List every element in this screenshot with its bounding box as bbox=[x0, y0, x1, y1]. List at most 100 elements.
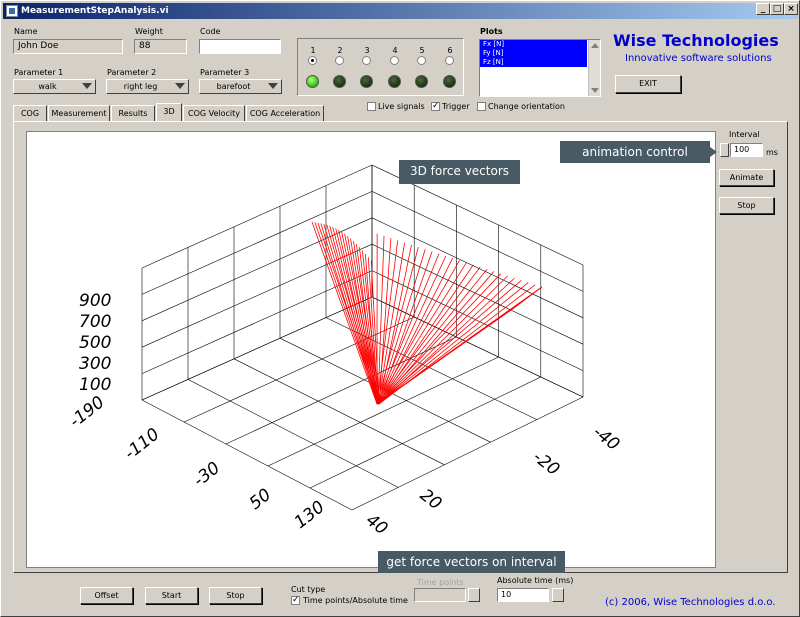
y-tick-label: 20 bbox=[416, 485, 445, 514]
scroll-down-icon[interactable] bbox=[591, 88, 599, 93]
plot-item[interactable]: Fz [N] bbox=[480, 58, 587, 67]
stop-button[interactable]: Stop bbox=[209, 587, 262, 604]
code-label: Code bbox=[200, 27, 221, 36]
force-vector bbox=[376, 273, 502, 405]
channel-radio[interactable] bbox=[390, 56, 399, 65]
channel-radio[interactable] bbox=[445, 56, 454, 65]
weight-field[interactable]: 88 bbox=[134, 39, 187, 54]
parameter-3-select[interactable]: barefoot bbox=[199, 79, 282, 94]
trigger-checkbox[interactable] bbox=[431, 101, 440, 111]
absolute-time-input[interactable]: 10 bbox=[497, 588, 549, 602]
channel-label: 1 bbox=[310, 46, 316, 55]
animation-callout: animation control bbox=[560, 141, 710, 163]
channel-led-indicator bbox=[443, 75, 456, 88]
tab-3d[interactable]: 3D bbox=[156, 103, 182, 121]
3d-vectors-callout: 3D force vectors bbox=[399, 160, 520, 184]
absolute-time-dropdown[interactable] bbox=[552, 588, 564, 602]
time-points-input[interactable] bbox=[414, 588, 466, 602]
absolute-time-label: Absolute time (ms) bbox=[497, 576, 574, 585]
chevron-down-icon bbox=[175, 83, 185, 89]
channel-led-indicator bbox=[306, 75, 319, 88]
parameter-2-select[interactable]: right leg bbox=[106, 79, 189, 94]
plots-scrollbar[interactable] bbox=[588, 40, 600, 96]
interval-input[interactable]: 100 bbox=[730, 143, 763, 157]
brand-tagline: Innovative software solutions bbox=[625, 53, 772, 64]
right-wall-grid-line bbox=[371, 191, 584, 292]
animate-button[interactable]: Animate bbox=[719, 169, 774, 186]
3d-graph[interactable]: 100 300 500 700 900 -190 -110 -30 50 130 40 20 -20 -4… bbox=[26, 131, 716, 568]
brand-name: Wise Technologies bbox=[613, 31, 779, 50]
time-points-label: Time points bbox=[417, 578, 464, 587]
exit-button[interactable]: EXIT bbox=[615, 75, 681, 93]
plot-item[interactable]: Fx [N] bbox=[480, 40, 587, 49]
tab-results[interactable]: Results bbox=[111, 105, 155, 121]
floor-grid-line bbox=[325, 317, 537, 420]
channel-radio[interactable] bbox=[417, 56, 426, 65]
parameter-3-label: Parameter 3 bbox=[200, 68, 250, 77]
channel-label: 3 bbox=[364, 46, 370, 55]
force-vector bbox=[377, 262, 467, 405]
channel-radio[interactable] bbox=[308, 56, 317, 65]
channel-selector: 1 2 3 4 5 6 bbox=[297, 38, 464, 96]
code-field[interactable] bbox=[199, 39, 281, 54]
weight-label: Weight bbox=[135, 27, 163, 36]
x-tick-label: 50 bbox=[246, 485, 275, 514]
cut-mode-label: Time points/Absolute time bbox=[303, 596, 408, 605]
title-bar[interactable]: MeasurementStepAnalysis.vi bbox=[3, 3, 798, 19]
left-wall-grid-line bbox=[141, 164, 373, 269]
y-tick-label: 40 bbox=[362, 510, 391, 539]
z-tick-label: 300 bbox=[79, 354, 111, 374]
minimize-button[interactable]: _ bbox=[756, 3, 770, 15]
tab-measurement[interactable]: Measurement bbox=[48, 105, 110, 121]
3d-force-plot[interactable]: 100300500700900-190-110-3050 130 4020-20-4… bbox=[27, 132, 715, 567]
trigger-label: Trigger bbox=[442, 102, 470, 111]
time-points-dropdown[interactable] bbox=[468, 588, 480, 602]
y-tick-label: -40 bbox=[589, 422, 623, 455]
offset-button[interactable]: Offset bbox=[80, 587, 133, 604]
floor-grid-line bbox=[141, 399, 353, 511]
interval-unit: ms bbox=[766, 148, 778, 157]
chevron-down-icon bbox=[82, 83, 92, 89]
maximize-button[interactable]: □ bbox=[770, 3, 784, 15]
channel-led-indicator bbox=[415, 75, 428, 88]
channel-radio[interactable] bbox=[335, 56, 344, 65]
stop-animation-button[interactable]: Stop bbox=[719, 197, 774, 214]
app-icon bbox=[6, 5, 18, 17]
channel-label: 6 bbox=[447, 46, 453, 55]
close-button[interactable]: × bbox=[784, 3, 798, 15]
interval-spinner[interactable] bbox=[720, 143, 729, 157]
start-button[interactable]: Start bbox=[145, 587, 198, 604]
cut-mode-checkbox[interactable] bbox=[291, 595, 300, 605]
force-vector bbox=[376, 280, 522, 405]
channel-label: 4 bbox=[392, 46, 398, 55]
force-vector bbox=[376, 246, 419, 405]
left-wall-grid-line bbox=[141, 191, 373, 295]
floor-grid-line bbox=[225, 336, 457, 445]
tab-cog-velocity[interactable]: COG Velocity bbox=[183, 105, 245, 121]
tab-cog[interactable]: COG bbox=[13, 105, 47, 121]
live-signals-checkbox[interactable] bbox=[367, 102, 376, 111]
name-field[interactable]: John Doe bbox=[13, 39, 123, 54]
channel-led-indicator bbox=[333, 75, 346, 88]
interval-label: Interval bbox=[729, 130, 760, 139]
tab-cog-acceleration[interactable]: COG Acceleration bbox=[246, 105, 324, 121]
parameter-1-label: Parameter 1 bbox=[14, 68, 64, 77]
parameter-1-value: walk bbox=[38, 82, 57, 91]
floor-grid-line bbox=[309, 376, 541, 489]
cut-type-label: Cut type bbox=[291, 585, 326, 594]
x-tick-label: -30 bbox=[190, 458, 224, 491]
channel-radio[interactable] bbox=[362, 56, 371, 65]
x-tick-label: -110 bbox=[121, 424, 164, 464]
z-tick-label: 900 bbox=[79, 291, 111, 311]
z-tick-label: 500 bbox=[79, 333, 111, 353]
left-wall-grid-line bbox=[141, 270, 373, 374]
left-wall-grid-line bbox=[141, 243, 373, 348]
scroll-up-icon[interactable] bbox=[591, 43, 599, 48]
channel-led-indicator bbox=[388, 75, 401, 88]
plots-listbox[interactable]: Fx [N] Fy [N] Fz [N] bbox=[479, 39, 601, 97]
parameter-1-select[interactable]: walk bbox=[13, 79, 96, 94]
change-orientation-checkbox[interactable] bbox=[477, 102, 486, 111]
force-vector bbox=[320, 223, 378, 405]
plot-item[interactable]: Fy [N] bbox=[480, 49, 587, 58]
parameter-2-label: Parameter 2 bbox=[107, 68, 157, 77]
